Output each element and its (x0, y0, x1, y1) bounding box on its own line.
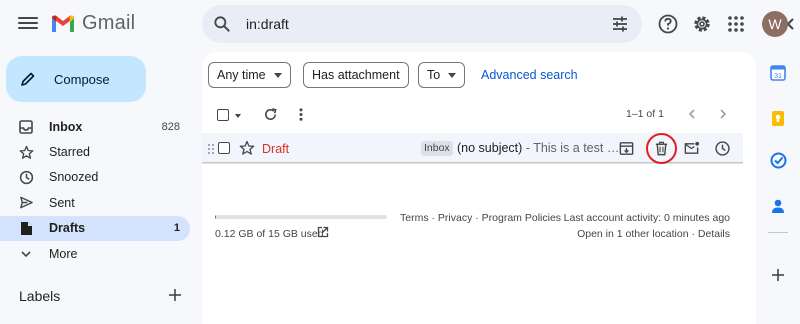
sidebar-item-label: Inbox (49, 119, 83, 134)
sidebar-nav: Inbox 828 Starred Snoozed Sent Drafts 1 … (0, 114, 190, 266)
sidebar-item-label: More (49, 246, 78, 261)
labels-heading: Labels (19, 288, 61, 304)
main-menu-button[interactable] (18, 14, 38, 34)
search-options-icon[interactable] (608, 12, 632, 36)
draft-icon (18, 220, 34, 236)
chevron-left-icon[interactable] (686, 108, 698, 120)
apps-grid-icon[interactable] (724, 12, 748, 36)
trash-icon[interactable] (653, 140, 670, 157)
unread-count: 828 (161, 120, 180, 133)
chip-label: To (427, 68, 441, 82)
snippet-text: - This is a test … (522, 141, 620, 155)
side-panel-divider (768, 232, 788, 233)
main-panel: Any time Has attachment To Advanced sear… (202, 52, 756, 324)
sidebar-item-label: Snoozed (49, 170, 99, 185)
storage-usage: 0.12 GB of 15 GB used (215, 228, 324, 240)
sidebar-item-sent[interactable]: Sent (0, 190, 190, 215)
drag-handle-icon[interactable] (207, 143, 215, 155)
caret-down-icon (273, 72, 282, 78)
account-avatar[interactable]: W (762, 11, 788, 37)
select-dropdown-icon[interactable] (235, 114, 241, 118)
contacts-app-icon[interactable] (769, 197, 787, 215)
has-attachment-filter-chip[interactable]: Has attachment (303, 62, 409, 88)
star-icon (18, 144, 34, 160)
pencil-icon (21, 72, 35, 86)
draft-sender-label: Draft (262, 142, 290, 156)
star-icon[interactable] (239, 140, 255, 156)
settings-gear-icon[interactable] (690, 12, 714, 36)
add-app-plus-icon[interactable] (769, 266, 787, 284)
table-row[interactable]: Draft Inbox (no subject) - This is a tes… (202, 133, 743, 164)
caret-down-icon (448, 72, 457, 78)
chip-label: Any time (217, 68, 266, 82)
calendar-day: 31 (774, 73, 782, 80)
mark-as-unread-icon[interactable] (683, 140, 700, 157)
storage-bar-fill (215, 215, 217, 219)
add-label-icon[interactable] (166, 286, 184, 304)
compose-button[interactable]: Compose (6, 56, 146, 102)
search-icon[interactable] (212, 14, 232, 34)
inbox-label-badge[interactable]: Inbox (421, 141, 453, 156)
search-input[interactable] (246, 5, 566, 43)
any-time-filter-chip[interactable]: Any time (208, 62, 291, 88)
sidebar-item-label: Drafts (49, 221, 86, 236)
sidebar-item-more[interactable]: More (0, 241, 190, 266)
archive-icon[interactable] (618, 140, 635, 157)
advanced-search-link[interactable]: Advanced search (481, 68, 578, 82)
policy-links[interactable]: Terms · Privacy · Program Policies (400, 212, 561, 224)
sidebar-item-inbox[interactable]: Inbox 828 (0, 114, 190, 139)
gmail-m-icon (52, 14, 74, 32)
sidebar-item-drafts[interactable]: Drafts 1 (0, 215, 190, 241)
keep-app-icon[interactable] (769, 109, 787, 127)
subject-text: (no subject) (457, 141, 523, 155)
chevron-down-icon (18, 246, 34, 262)
open-external-icon[interactable] (317, 226, 329, 238)
storage-bar (215, 215, 387, 219)
refresh-icon[interactable] (263, 107, 278, 122)
sidebar-item-starred[interactable]: Starred (0, 139, 190, 164)
row-checkbox[interactable] (218, 142, 230, 154)
sidebar-item-snoozed[interactable]: Snoozed (0, 165, 190, 190)
calendar-app-icon[interactable]: 31 (769, 64, 787, 82)
search-bar[interactable] (202, 5, 794, 43)
to-filter-chip[interactable]: To (418, 62, 466, 88)
chip-label: Has attachment (312, 68, 400, 82)
subject-line: (no subject) - This is a test … (457, 141, 619, 155)
gmail-logo[interactable]: Gmail (50, 12, 135, 35)
tasks-app-icon[interactable] (769, 151, 787, 169)
snooze-clock-icon[interactable] (714, 140, 731, 157)
send-icon (18, 195, 34, 211)
clock-icon (18, 169, 34, 185)
sidebar-item-label: Starred (49, 145, 90, 160)
list-toolbar: 1–1 of 1 (202, 102, 756, 128)
select-all-checkbox[interactable] (217, 109, 229, 121)
app-name: Gmail (82, 12, 136, 34)
pagination-count: 1–1 of 1 (626, 108, 664, 120)
other-location-details[interactable]: Open in 1 other location · Details (577, 228, 730, 240)
help-icon[interactable] (656, 12, 680, 36)
compose-label: Compose (54, 71, 110, 87)
draft-count: 1 (173, 222, 180, 235)
chevron-right-icon[interactable] (717, 108, 729, 120)
inbox-icon (18, 119, 34, 135)
sidebar-item-label: Sent (49, 195, 75, 210)
last-account-activity: Last account activity: 0 minutes ago (563, 212, 730, 224)
more-options-icon[interactable] (298, 107, 304, 122)
